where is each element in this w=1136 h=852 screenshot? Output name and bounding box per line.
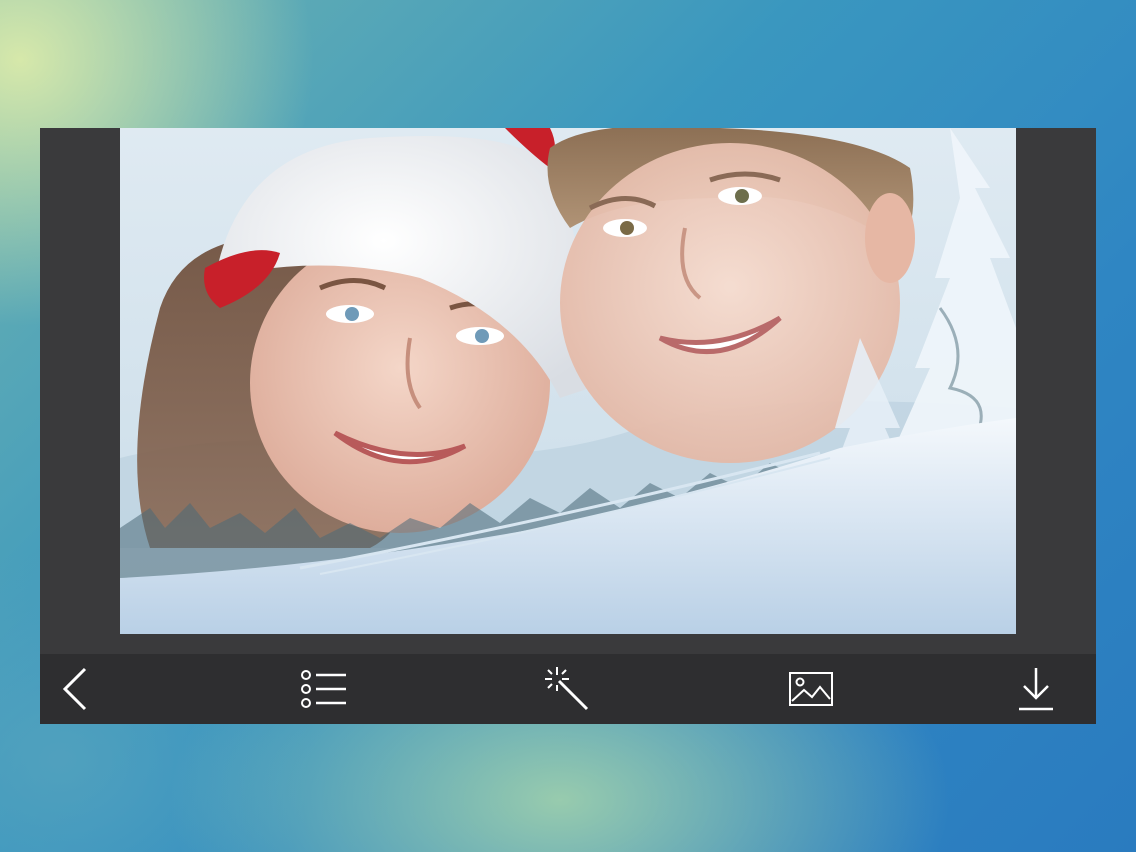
winter-frame-photo (120, 128, 1016, 634)
magic-wand-icon (543, 665, 591, 713)
photo-canvas[interactable] (120, 128, 1016, 634)
bottom-toolbar (40, 654, 1096, 724)
save-button[interactable] (1001, 654, 1071, 724)
list-icon (300, 669, 348, 709)
editor-panel (40, 128, 1096, 724)
download-icon (1016, 666, 1056, 712)
effects-button[interactable] (532, 654, 602, 724)
chevron-left-icon (57, 665, 97, 713)
image-icon (788, 671, 834, 707)
gallery-button[interactable] (776, 654, 846, 724)
frames-list-button[interactable] (289, 654, 359, 724)
back-button[interactable] (42, 654, 112, 724)
